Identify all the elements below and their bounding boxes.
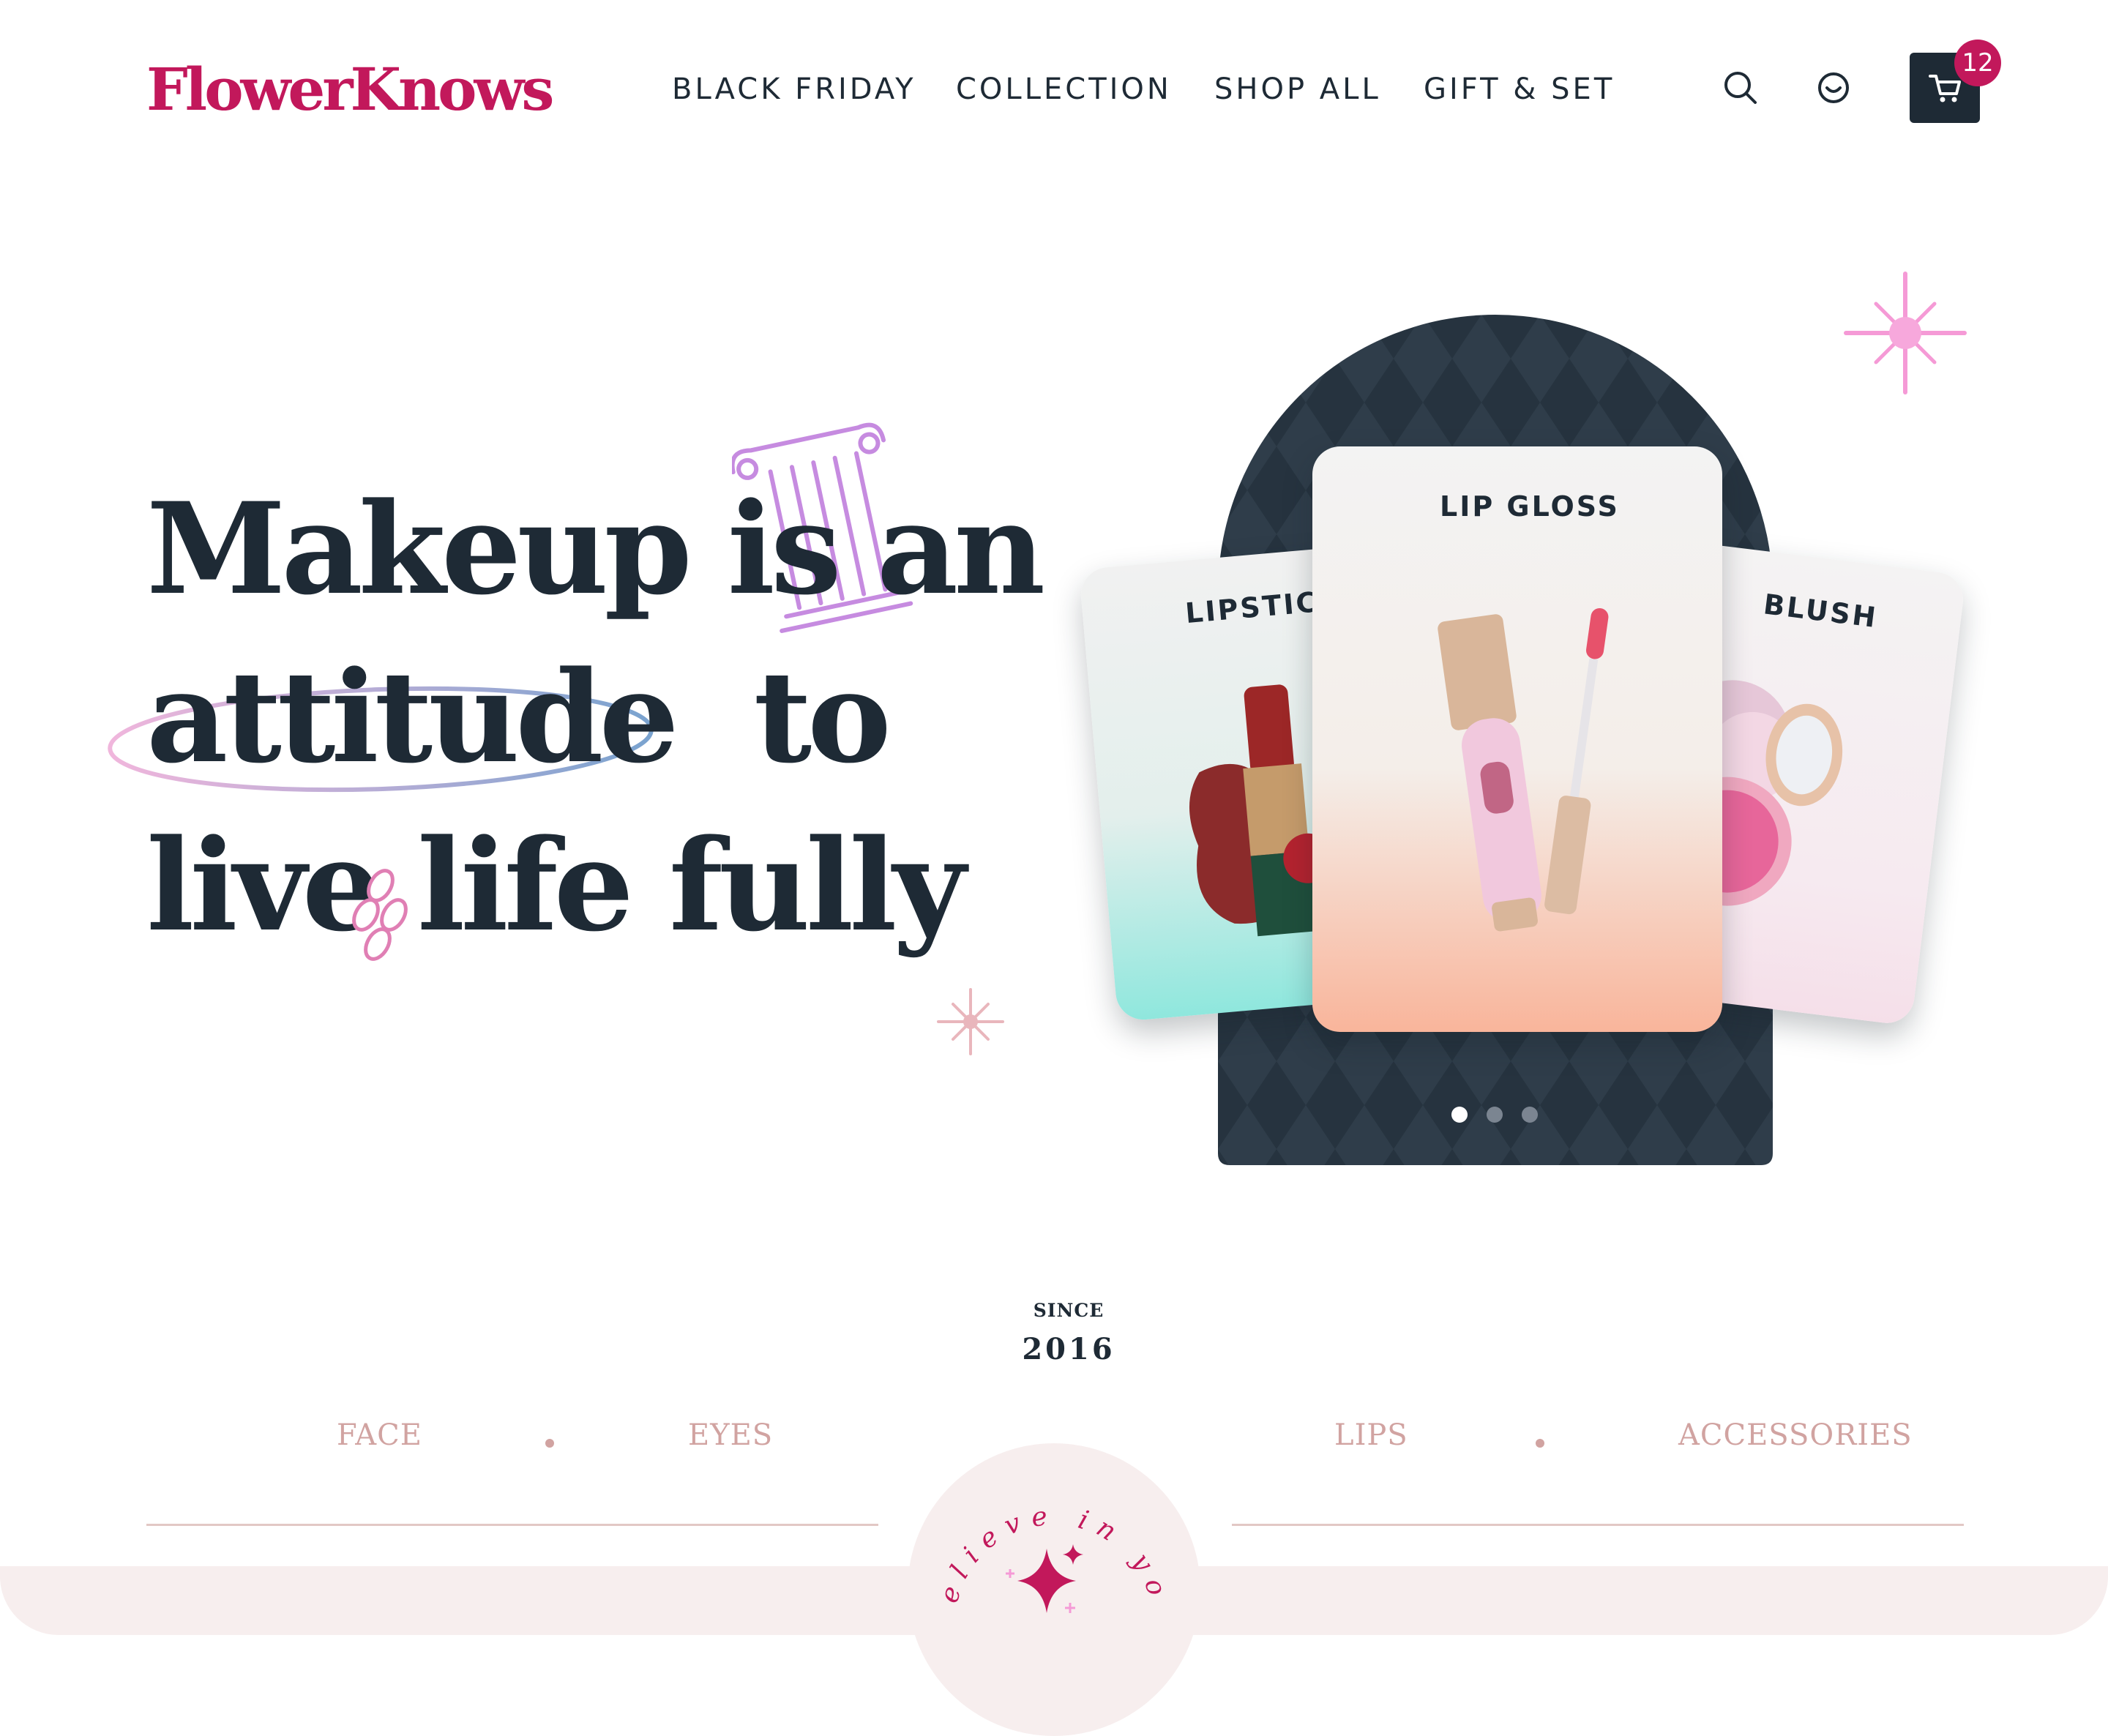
card-label: LIP GLOSS: [1440, 490, 1620, 523]
nav-black-friday[interactable]: BLACK FRIDAY: [672, 67, 916, 111]
nav-gift-set[interactable]: GIFT & SET: [1424, 67, 1615, 111]
carousel-dot-3[interactable]: [1522, 1107, 1538, 1123]
hero-headline-line-3: live life fully: [146, 811, 966, 959]
hero-headline-line-2: attitude to: [146, 643, 892, 791]
category-accessories[interactable]: ACCESSORIES: [1678, 1418, 1913, 1452]
carousel-card-lip-gloss[interactable]: LIP GLOSS: [1312, 446, 1722, 1032]
sparkle-small-icon: [937, 988, 1004, 1055]
card-label: BLUSH: [1761, 588, 1880, 635]
carousel-dot-2[interactable]: [1487, 1107, 1503, 1123]
divider-line-right: [1232, 1524, 1964, 1526]
search-icon[interactable]: [1719, 66, 1763, 110]
brand-logo[interactable]: FlowerKnows: [146, 53, 554, 126]
leaf-petal-decoration-icon: [352, 869, 408, 961]
since-label: SINCE: [1033, 1300, 1105, 1321]
divider-line-left: [146, 1524, 878, 1526]
sparkle-star-icon: [1006, 1544, 1083, 1613]
separator-dot: [1536, 1439, 1544, 1448]
category-face[interactable]: FACE: [337, 1418, 422, 1452]
separator-dot: [545, 1439, 554, 1448]
carousel-dot-1[interactable]: [1451, 1107, 1468, 1123]
category-lips[interactable]: LIPS: [1334, 1418, 1408, 1452]
category-eyes[interactable]: EYES: [688, 1418, 773, 1452]
cart-count-badge: 12: [1954, 40, 2001, 86]
hero-headline-line-1: Makeup is an: [146, 474, 1045, 623]
since-year: 2016: [1022, 1332, 1115, 1366]
lip-gloss-product-image: [1438, 608, 1609, 932]
nav-collection[interactable]: COLLECTION: [956, 67, 1172, 111]
nav-shop-all[interactable]: SHOP ALL: [1214, 67, 1381, 111]
sparkle-pink-icon: [1844, 272, 1967, 394]
account-smiley-icon[interactable]: [1812, 66, 1855, 110]
